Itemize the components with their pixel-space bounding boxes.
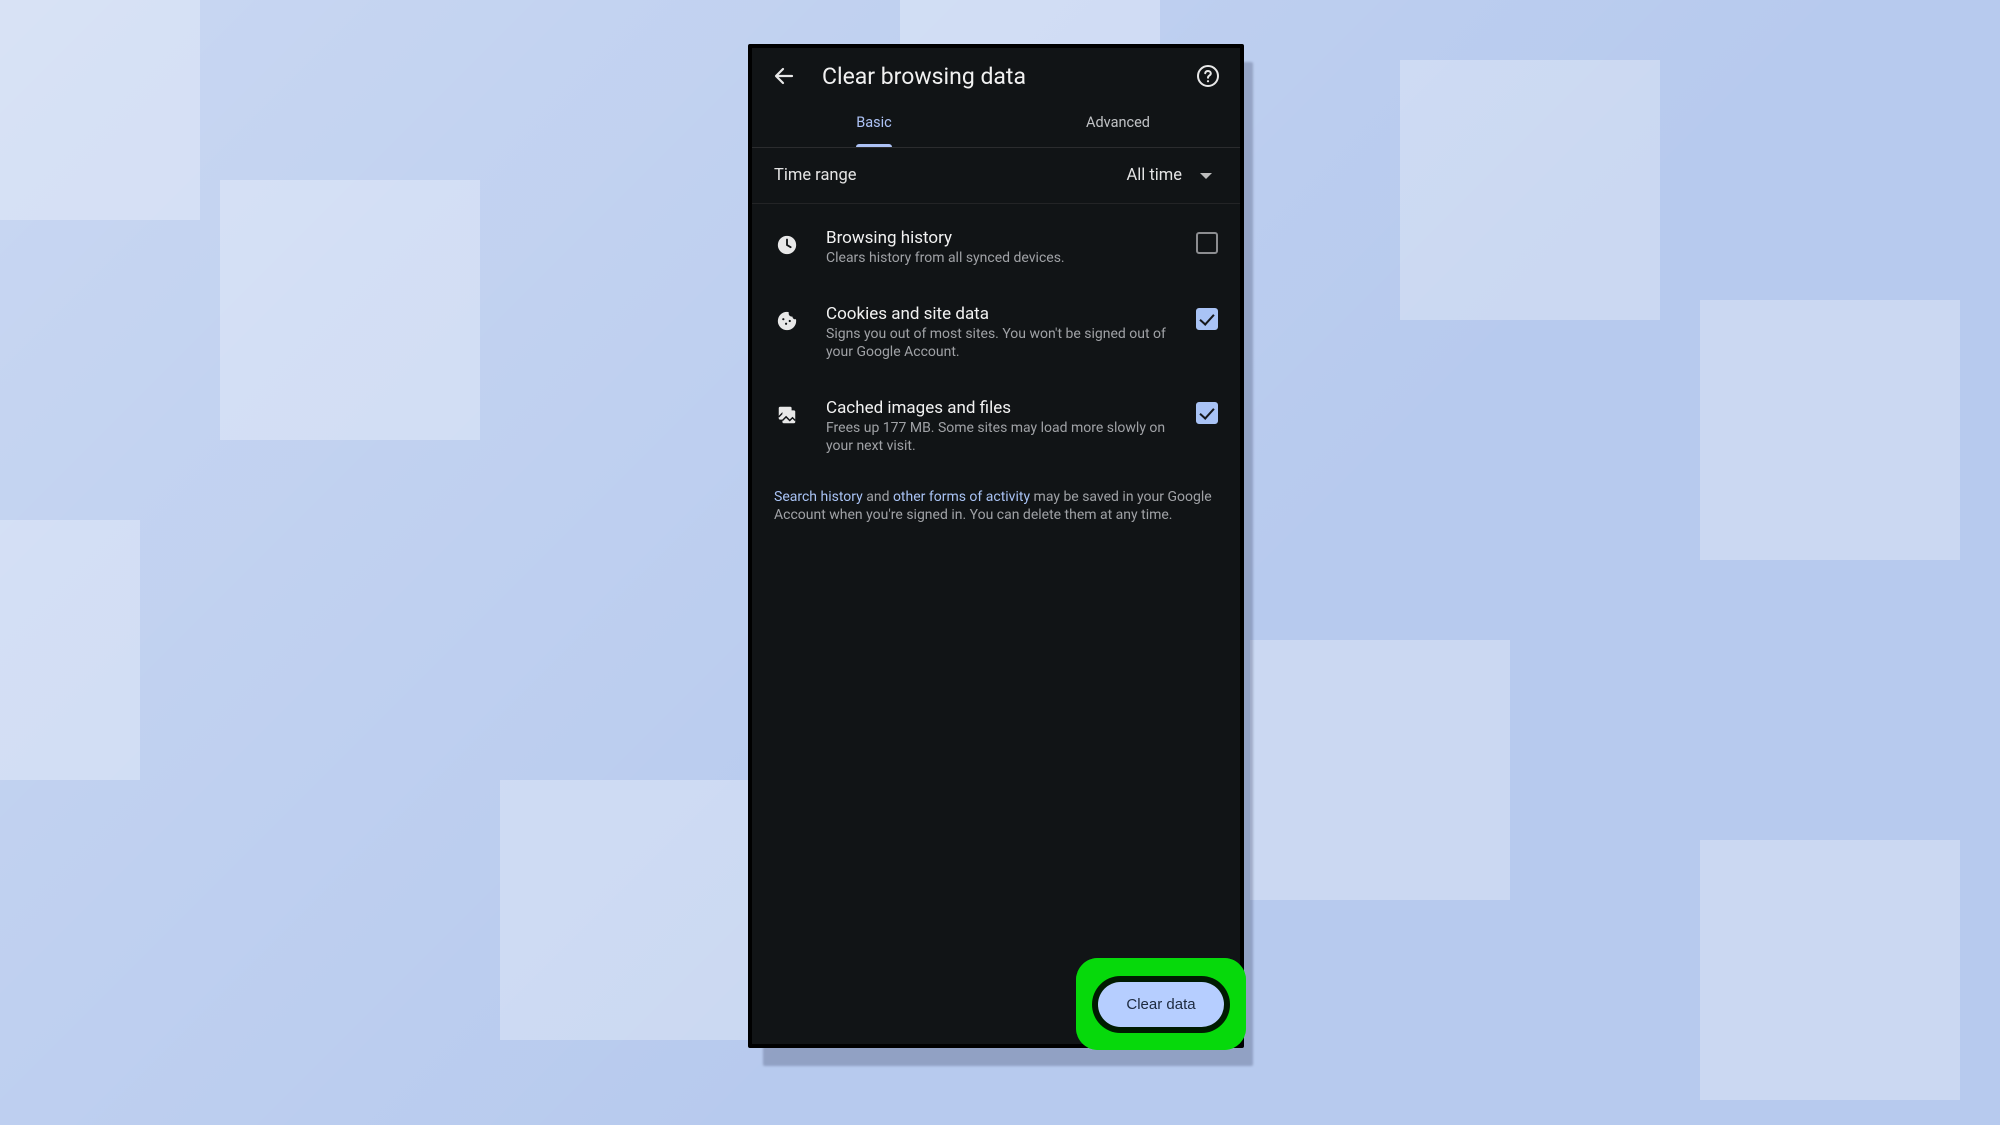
item-text: Cached images and files Frees up 177 MB.… [826, 398, 1170, 456]
checkbox-cached-images[interactable] [1196, 402, 1218, 424]
item-cookies[interactable]: Cookies and site data Signs you out of m… [752, 286, 1240, 380]
tab-basic[interactable]: Basic [752, 100, 996, 147]
tab-basic-label: Basic [856, 114, 892, 131]
clear-data-button[interactable]: Clear data [1098, 982, 1223, 1027]
bottom-action-area: Clear data [752, 1016, 1240, 1044]
item-title: Cached images and files [826, 398, 1170, 418]
cookie-icon [774, 308, 800, 334]
time-range-label: Time range [774, 166, 857, 185]
data-type-list: Browsing history Clears history from all… [752, 204, 1240, 474]
arrow-left-icon [772, 64, 796, 88]
checkbox-browsing-history[interactable] [1196, 232, 1218, 254]
app-header: Clear browsing data [752, 48, 1240, 100]
item-text: Cookies and site data Signs you out of m… [826, 304, 1170, 362]
dropdown-caret-icon [1200, 173, 1212, 179]
link-other-activity[interactable]: other forms of activity [893, 489, 1030, 505]
footer-note: Search history and other forms of activi… [752, 474, 1240, 524]
time-range-value: All time [1126, 166, 1182, 185]
tab-bar: Basic Advanced [752, 100, 1240, 148]
item-title: Cookies and site data [826, 304, 1170, 324]
back-button[interactable] [770, 62, 798, 90]
tutorial-highlight: Clear data [1076, 958, 1246, 1050]
link-search-history[interactable]: Search history [774, 489, 863, 505]
item-title: Browsing history [826, 228, 1170, 248]
image-icon [774, 402, 800, 428]
item-browsing-history[interactable]: Browsing history Clears history from all… [752, 210, 1240, 286]
checkbox-cookies[interactable] [1196, 308, 1218, 330]
page-title: Clear browsing data [822, 63, 1170, 90]
tab-advanced-label: Advanced [1086, 114, 1150, 131]
help-button[interactable] [1194, 62, 1222, 90]
item-subtitle: Frees up 177 MB. Some sites may load mor… [826, 420, 1170, 456]
item-text: Browsing history Clears history from all… [826, 228, 1170, 268]
item-subtitle: Clears history from all synced devices. [826, 250, 1170, 268]
time-range-row: Time range All time [752, 148, 1240, 204]
item-subtitle: Signs you out of most sites. You won't b… [826, 326, 1170, 362]
tab-advanced[interactable]: Advanced [996, 100, 1240, 147]
clock-icon [774, 232, 800, 258]
item-cached-images[interactable]: Cached images and files Frees up 177 MB.… [752, 380, 1240, 474]
phone-screen: Clear browsing data Basic Advanced Time … [748, 44, 1244, 1048]
help-icon [1196, 64, 1220, 88]
time-range-select[interactable]: All time [1126, 166, 1218, 185]
footer-note-text1: and [863, 489, 893, 505]
